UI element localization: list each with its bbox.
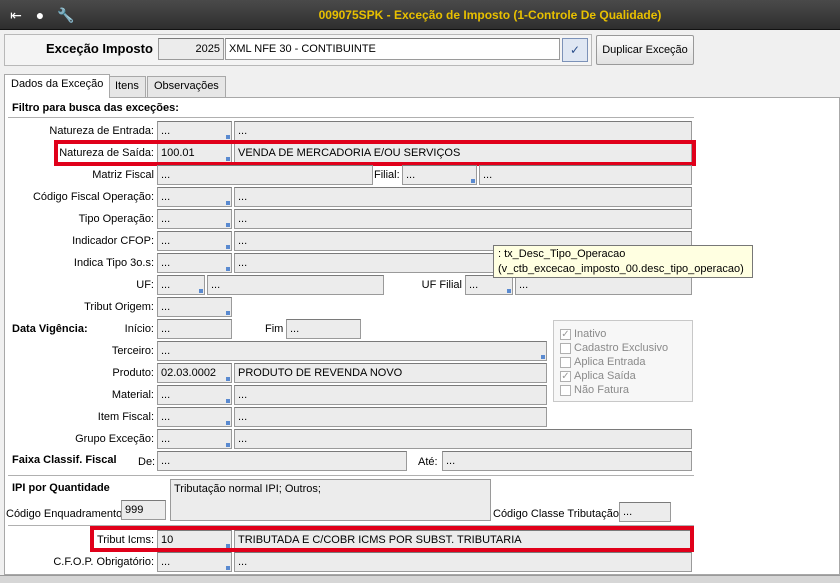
checkbox-box	[560, 357, 571, 368]
tab-observacoes[interactable]: Observações	[147, 76, 226, 97]
checkbox-box: ✓	[560, 329, 571, 340]
field-tooltip: : tx_Desc_Tipo_Operacao (v_ctb_excecao_i…	[493, 245, 753, 278]
excecao-code-field[interactable]: 2025	[158, 38, 224, 60]
fim-label: Fim	[265, 323, 284, 335]
cfop-obrigatorio-label: C.F.O.P. Obrigatório:	[53, 556, 154, 568]
filial-label: Filial:	[373, 168, 401, 182]
faixa-ate-field[interactable]: ...	[442, 451, 692, 471]
indica-tipo-label: Indica Tipo 3o.s:	[73, 257, 154, 269]
duplicate-exception-button[interactable]: Duplicar Exceção	[596, 35, 694, 65]
indicador-cfop-code[interactable]: ...	[157, 231, 232, 251]
item-fiscal-desc[interactable]: ...	[234, 407, 547, 427]
uf-filial-desc[interactable]: ...	[515, 275, 692, 295]
material-label: Material:	[111, 389, 154, 401]
ate-label: Até:	[418, 456, 438, 468]
uf-filial-label: UF Filial	[421, 279, 462, 291]
tipo-operacao-label: Tipo Operação:	[78, 213, 154, 225]
cfop-obrigatorio-code[interactable]: ...	[157, 552, 232, 572]
faixa-de-field[interactable]: ...	[157, 451, 407, 471]
codigo-fiscal-label: Código Fiscal Operação:	[32, 191, 154, 203]
options-checkbox-panel: ✓ Inativo Cadastro Exclusivo Aplica Entra…	[553, 320, 693, 402]
matriz-fiscal-label: Matriz Fiscal	[92, 169, 154, 181]
excecao-label: Exceção Imposto	[46, 41, 153, 56]
title-bar: ⇤ ● 🔧 009075SPK - Exceção de Imposto (1-…	[0, 0, 840, 30]
wrench-icon[interactable]: 🔧	[56, 6, 76, 24]
tipo-operacao-desc[interactable]: ...	[234, 209, 692, 229]
excecao-description-field[interactable]: XML NFE 30 - CONTIBUINTE	[225, 38, 560, 60]
natureza-entrada-desc[interactable]: ...	[234, 121, 692, 141]
codigo-enquadramento-field[interactable]: 999	[121, 500, 166, 520]
inativo-checkbox[interactable]: ✓ Inativo	[560, 327, 606, 341]
checkbox-label: Aplica Entrada	[574, 356, 646, 368]
uf-filial-code[interactable]: ...	[465, 275, 513, 295]
filial-code[interactable]: ...	[402, 165, 477, 185]
codigo-enquadramento-label: Código Enquadramento	[6, 508, 123, 520]
uf-desc[interactable]: ...	[207, 275, 384, 295]
terceiro-field[interactable]: ...	[157, 341, 547, 361]
item-fiscal-code[interactable]: ...	[157, 407, 232, 427]
highlight-tribut-icms	[90, 526, 694, 552]
tab-dados-excecao[interactable]: Dados da Exceção	[4, 74, 111, 98]
tooltip-line-1: : tx_Desc_Tipo_Operacao	[498, 248, 626, 260]
traffic-light-icon[interactable]: ●	[30, 6, 50, 24]
checkbox-box	[560, 385, 571, 396]
codigo-fiscal-desc[interactable]: ...	[234, 187, 692, 207]
checkbox-box	[560, 343, 571, 354]
uf-code[interactable]: ...	[157, 275, 205, 295]
indica-tipo-code[interactable]: ...	[157, 253, 232, 273]
faixa-classif-label: Faixa Classif. Fiscal	[12, 454, 117, 466]
cfop-obrigatorio-desc[interactable]: ...	[234, 552, 692, 572]
checkbox-box: ✓	[560, 371, 571, 382]
exit-icon[interactable]: ⇤	[6, 6, 26, 24]
natureza-entrada-code[interactable]: ...	[157, 121, 232, 141]
checkbox-label: Cadastro Exclusivo	[574, 342, 669, 354]
divider	[8, 475, 694, 476]
produto-label: Produto:	[112, 367, 154, 379]
grupo-excecao-label: Grupo Exceção:	[75, 433, 154, 445]
data-vigencia-label: Data Vigência:	[12, 323, 88, 335]
divider	[8, 117, 694, 118]
checkbox-label: Aplica Saída	[574, 370, 636, 382]
highlight-natureza-saida	[54, 140, 696, 166]
cadastro-exclusivo-checkbox[interactable]: Cadastro Exclusivo	[560, 341, 668, 355]
codigo-fiscal-code[interactable]: ...	[157, 187, 232, 207]
codigo-classe-label: Código Classe Tributação	[493, 508, 619, 520]
tab-itens[interactable]: Itens	[108, 76, 146, 97]
indicador-cfop-label: Indicador CFOP:	[72, 235, 154, 247]
de-label: De:	[138, 456, 156, 468]
aplica-entrada-checkbox[interactable]: Aplica Entrada	[560, 355, 646, 369]
nao-fatura-checkbox[interactable]: Não Fatura	[560, 383, 629, 397]
checkbox-label: Inativo	[574, 328, 607, 340]
window-title: 009075SPK - Exceção de Imposto (1-Contro…	[318, 8, 662, 22]
confirm-check-icon[interactable]: ✓	[562, 38, 588, 62]
bottom-scrollbar[interactable]	[0, 575, 840, 583]
grupo-excecao-desc[interactable]: ...	[234, 429, 692, 449]
checkbox-label: Não Fatura	[574, 384, 630, 396]
material-desc[interactable]: ...	[234, 385, 547, 405]
produto-code[interactable]: 02.03.0002	[157, 363, 232, 383]
ipi-description-text[interactable]: Tributação normal IPI; Outros;	[170, 479, 491, 521]
fim-date-field[interactable]: ...	[286, 319, 361, 339]
tribut-origem-code[interactable]: ...	[157, 297, 232, 317]
item-fiscal-label: Item Fiscal:	[97, 411, 154, 423]
inicio-date-field[interactable]: ...	[157, 319, 232, 339]
natureza-entrada-label: Natureza de Entrada:	[49, 125, 154, 137]
filter-title: Filtro para busca das exceções:	[12, 102, 179, 114]
codigo-classe-field[interactable]: ...	[619, 502, 671, 522]
tipo-operacao-code[interactable]: ...	[157, 209, 232, 229]
material-code[interactable]: ...	[157, 385, 232, 405]
filial-desc[interactable]: ...	[479, 165, 692, 185]
ipi-title: IPI por Quantidade	[12, 482, 110, 494]
grupo-excecao-code[interactable]: ...	[157, 429, 232, 449]
matriz-fiscal-field[interactable]: ...	[157, 165, 373, 185]
inicio-label: Início:	[124, 323, 154, 335]
tribut-origem-label: Tribut Origem:	[84, 301, 154, 313]
uf-label: UF:	[136, 279, 154, 291]
tooltip-line-2: (v_ctb_excecao_imposto_00.desc_tipo_oper…	[498, 263, 744, 275]
terceiro-label: Terceiro:	[111, 345, 154, 357]
produto-desc[interactable]: PRODUTO DE REVENDA NOVO	[234, 363, 547, 383]
aplica-saida-checkbox[interactable]: ✓ Aplica Saída	[560, 369, 636, 383]
